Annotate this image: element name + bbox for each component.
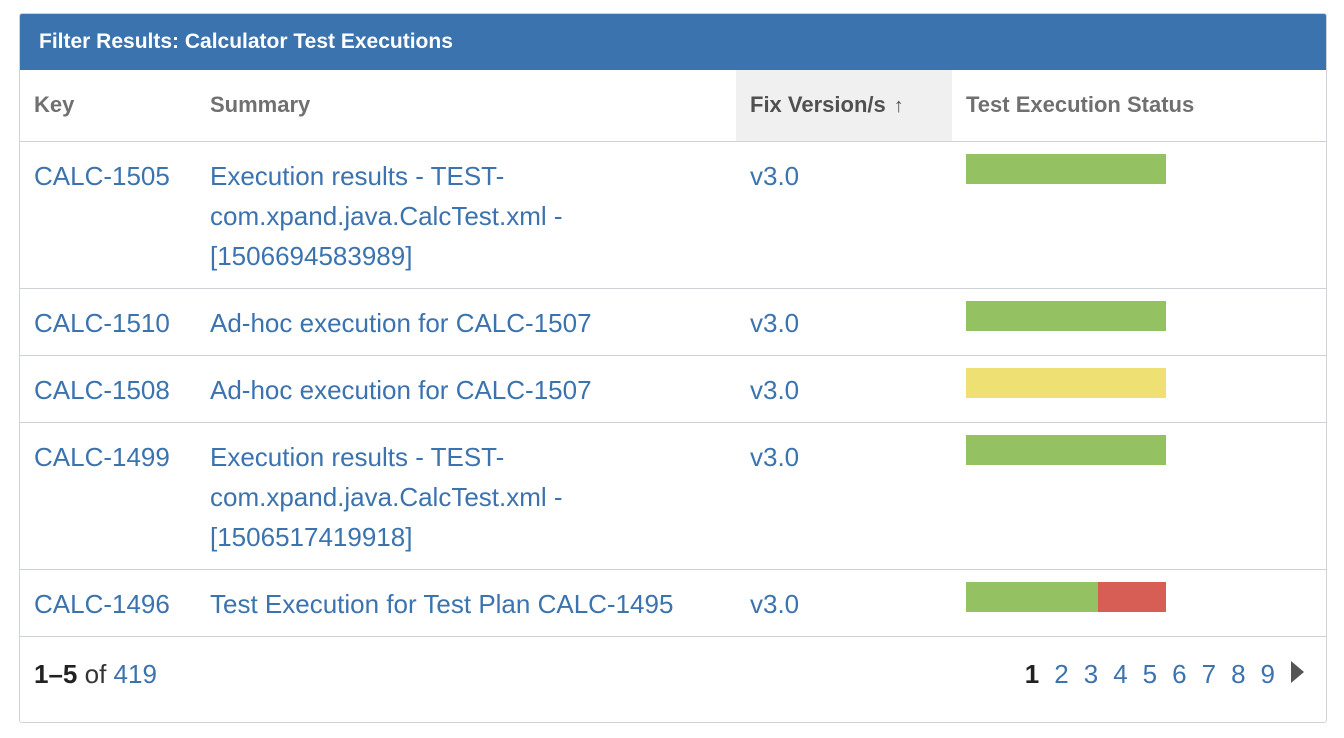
- issue-key-link[interactable]: CALC-1499: [34, 442, 170, 472]
- issue-summary-link[interactable]: Execution results - TEST-com.xpand.java.…: [210, 156, 736, 276]
- column-header-status[interactable]: Test Execution Status: [952, 70, 1326, 142]
- cell-fix-version: v3.0: [736, 288, 952, 356]
- page-link-7[interactable]: 7: [1202, 659, 1216, 690]
- cell-summary: Ad-hoc execution for CALC-1507: [196, 355, 736, 423]
- summary-line: [1506517419918]: [210, 521, 413, 552]
- summary-line: [1506694583989]: [210, 240, 413, 271]
- issue-summary-link[interactable]: Ad-hoc execution for CALC-1507: [210, 370, 736, 410]
- summary-line: Test Execution for Test Plan CALC-1495: [210, 588, 674, 619]
- cell-status: [952, 355, 1326, 423]
- table-row: CALC-1499 Execution results - TEST-com.xp…: [20, 422, 1326, 570]
- cell-key: CALC-1508: [20, 355, 196, 423]
- summary-line: Ad-hoc execution for CALC-1507: [210, 307, 592, 338]
- page-link-8[interactable]: 8: [1231, 659, 1245, 690]
- cell-key: CALC-1510: [20, 288, 196, 356]
- status-segment-fail: [1098, 581, 1166, 612]
- cell-fix-version: v3.0: [736, 422, 952, 570]
- summary-line: Execution results - TEST-: [210, 160, 505, 191]
- fix-version-link[interactable]: v3.0: [750, 375, 799, 405]
- result-range: 1–5: [34, 659, 78, 689]
- column-header-key[interactable]: Key: [20, 70, 196, 142]
- issue-key-link[interactable]: CALC-1508: [34, 375, 170, 405]
- cell-summary: Ad-hoc execution for CALC-1507: [196, 288, 736, 356]
- summary-line: com.xpand.java.CalcTest.xml -: [210, 200, 563, 231]
- result-of-label: of: [84, 659, 107, 689]
- table-row: CALC-1505 Execution results - TEST-com.xp…: [20, 141, 1326, 289]
- cell-fix-version: v3.0: [736, 569, 952, 637]
- pagination: 123456789: [1010, 659, 1304, 690]
- page-link-1[interactable]: 1: [1025, 659, 1039, 690]
- panel-title: Filter Results: Calculator Test Executio…: [20, 14, 1326, 70]
- test-execution-status-bar[interactable]: [966, 300, 1166, 331]
- fix-version-link[interactable]: v3.0: [750, 161, 799, 191]
- page-link-4[interactable]: 4: [1113, 659, 1127, 690]
- test-execution-status-bar[interactable]: [966, 367, 1166, 398]
- issue-key-link[interactable]: CALC-1496: [34, 589, 170, 619]
- status-segment-pass: [966, 300, 1166, 331]
- status-segment-pass: [966, 581, 1098, 612]
- issue-summary-link[interactable]: Test Execution for Test Plan CALC-1495: [210, 584, 736, 624]
- cell-summary: Execution results - TEST-com.xpand.java.…: [196, 422, 736, 570]
- result-count: 1–5 of 419: [34, 659, 157, 690]
- page-link-2[interactable]: 2: [1054, 659, 1068, 690]
- cell-key: CALC-1496: [20, 569, 196, 637]
- result-total-link[interactable]: 419: [114, 659, 157, 689]
- arrow-up-icon: ↑: [893, 95, 904, 118]
- table-row: CALC-1496 Test Execution for Test Plan CA…: [20, 569, 1326, 637]
- summary-line: com.xpand.java.CalcTest.xml -: [210, 481, 563, 512]
- status-segment-pass: [966, 153, 1166, 184]
- results-table-body: CALC-1505 Execution results - TEST-com.xp…: [20, 141, 1326, 637]
- results-footer: 1–5 of 419 123456789: [20, 637, 1326, 713]
- triangle-right-icon[interactable]: [1291, 660, 1304, 683]
- cell-key: CALC-1499: [20, 422, 196, 570]
- table-header-row: Key Summary Fix Version/s ↑ Test Executio…: [20, 70, 1326, 142]
- status-segment-pass: [966, 434, 1166, 465]
- column-header-fix-version[interactable]: Fix Version/s ↑: [736, 70, 952, 142]
- status-segment-todo: [966, 367, 1166, 398]
- cell-status: [952, 141, 1326, 289]
- issue-key-link[interactable]: CALC-1510: [34, 308, 170, 338]
- cell-fix-version: v3.0: [736, 141, 952, 289]
- cell-key: CALC-1505: [20, 141, 196, 289]
- issue-summary-link[interactable]: Ad-hoc execution for CALC-1507: [210, 303, 736, 343]
- test-execution-status-bar[interactable]: [966, 153, 1166, 184]
- summary-line: Ad-hoc execution for CALC-1507: [210, 374, 592, 405]
- column-header-summary[interactable]: Summary: [196, 70, 736, 142]
- column-header-fix-version-label: Fix Version/s: [750, 92, 886, 118]
- fix-version-link[interactable]: v3.0: [750, 442, 799, 472]
- results-table: Key Summary Fix Version/s ↑ Test Executio…: [20, 70, 1326, 637]
- cell-summary: Test Execution for Test Plan CALC-1495: [196, 569, 736, 637]
- cell-summary: Execution results - TEST-com.xpand.java.…: [196, 141, 736, 289]
- summary-line: Execution results - TEST-: [210, 441, 505, 472]
- cell-status: [952, 422, 1326, 570]
- page-link-9[interactable]: 9: [1261, 659, 1275, 690]
- page-link-6[interactable]: 6: [1172, 659, 1186, 690]
- page-link-3[interactable]: 3: [1084, 659, 1098, 690]
- issue-key-link[interactable]: CALC-1505: [34, 161, 170, 191]
- page-link-5[interactable]: 5: [1143, 659, 1157, 690]
- test-execution-status-bar[interactable]: [966, 581, 1166, 612]
- table-row: CALC-1508 Ad-hoc execution for CALC-1507 v…: [20, 355, 1326, 423]
- cell-status: [952, 569, 1326, 637]
- fix-version-link[interactable]: v3.0: [750, 589, 799, 619]
- issue-summary-link[interactable]: Execution results - TEST-com.xpand.java.…: [210, 437, 736, 557]
- cell-fix-version: v3.0: [736, 355, 952, 423]
- test-execution-status-bar[interactable]: [966, 434, 1166, 465]
- table-row: CALC-1510 Ad-hoc execution for CALC-1507 v…: [20, 288, 1326, 356]
- filter-results-panel: Filter Results: Calculator Test Executio…: [19, 13, 1327, 723]
- cell-status: [952, 288, 1326, 356]
- fix-version-link[interactable]: v3.0: [750, 308, 799, 338]
